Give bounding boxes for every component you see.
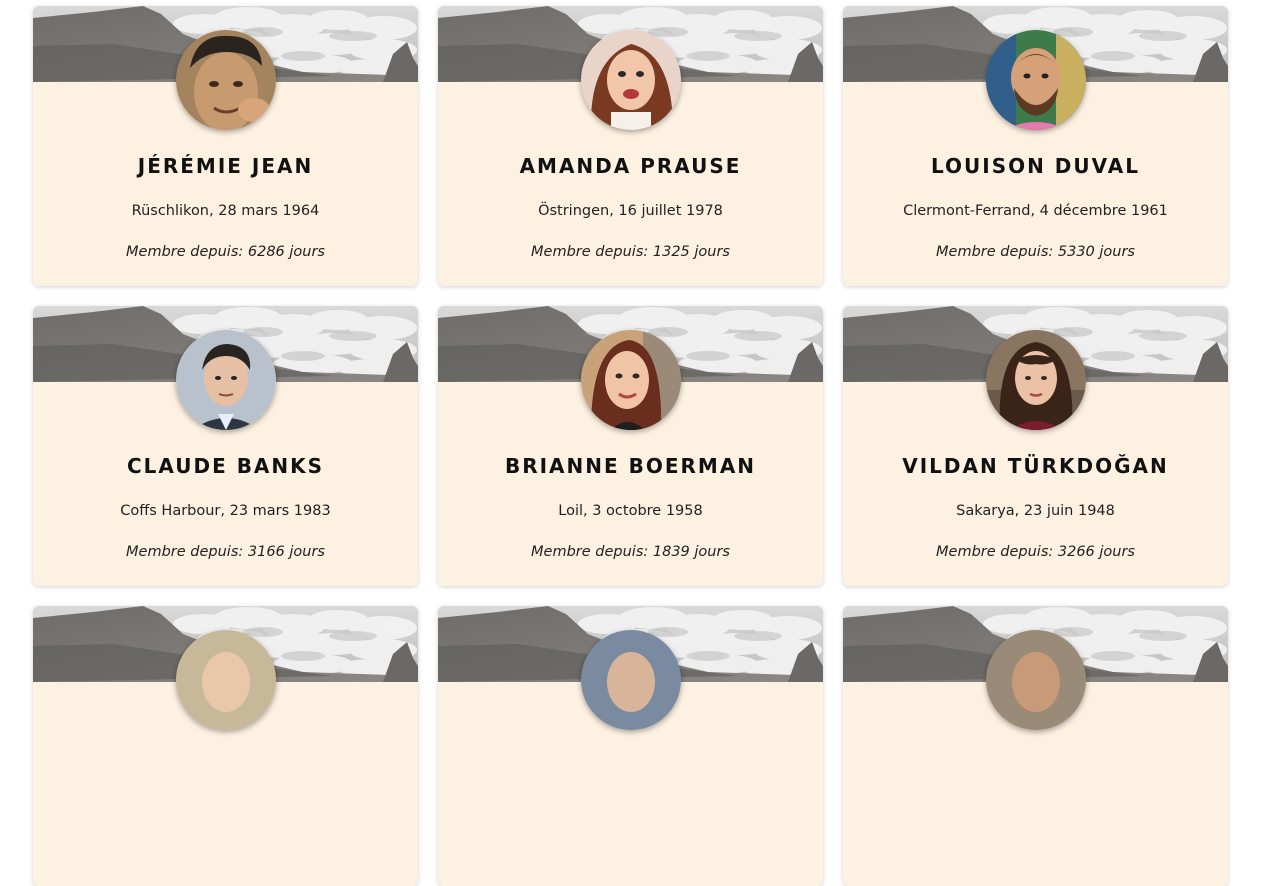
member-birthplace-date: Rüschlikon, 28 mars 1964	[131, 203, 320, 219]
member-card[interactable]: Claude Banks Coffs Harbour, 23 mars 1983…	[33, 306, 418, 586]
member-birthplace-date: Sakarya, 23 juin 1948	[956, 503, 1115, 519]
member-card[interactable]: Jérémie Jean Rüschlikon, 28 mars 1964 Me…	[33, 6, 418, 286]
member-card-partial[interactable]	[438, 606, 823, 886]
member-birthplace-date: Coffs Harbour, 23 mars 1983	[120, 503, 331, 519]
member-birthplace-date: Clermont-Ferrand, 4 décembre 1961	[903, 203, 1168, 219]
avatar	[581, 330, 681, 430]
member-card-partial[interactable]	[33, 606, 418, 886]
member-name: Louison Duval	[930, 154, 1140, 178]
member-birthplace-date: Loil, 3 octobre 1958	[558, 503, 703, 519]
avatar	[176, 330, 276, 430]
member-birthplace-date: Östringen, 16 juillet 1978	[538, 203, 723, 219]
avatar	[176, 630, 276, 730]
member-card-partial[interactable]	[843, 606, 1228, 886]
member-name: Vildan Türkdoğan	[902, 454, 1169, 478]
member-name: Claude Banks	[126, 454, 325, 478]
member-card[interactable]: Brianne Boerman Loil, 3 octobre 1958 Mem…	[438, 306, 823, 586]
avatar	[581, 630, 681, 730]
avatar	[581, 30, 681, 130]
member-since: Membre depuis: 6286 jours	[126, 244, 325, 260]
member-card[interactable]: Vildan Türkdoğan Sakarya, 23 juin 1948 M…	[843, 306, 1228, 586]
avatar	[986, 30, 1086, 130]
member-name: Brianne Boerman	[504, 454, 757, 478]
members-grid: Jérémie Jean Rüschlikon, 28 mars 1964 Me…	[33, 6, 1228, 886]
member-name: Amanda Prause	[519, 154, 742, 178]
member-card[interactable]: Louison Duval Clermont-Ferrand, 4 décemb…	[843, 6, 1228, 286]
member-since: Membre depuis: 1325 jours	[531, 244, 730, 260]
avatar	[176, 30, 276, 130]
avatar	[986, 330, 1086, 430]
member-since: Membre depuis: 5330 jours	[936, 244, 1135, 260]
member-since: Membre depuis: 3266 jours	[936, 544, 1135, 560]
member-card[interactable]: Amanda Prause Östringen, 16 juillet 1978…	[438, 6, 823, 286]
member-since: Membre depuis: 1839 jours	[531, 544, 730, 560]
avatar	[986, 630, 1086, 730]
member-name: Jérémie Jean	[137, 154, 314, 178]
member-since: Membre depuis: 3166 jours	[126, 544, 325, 560]
